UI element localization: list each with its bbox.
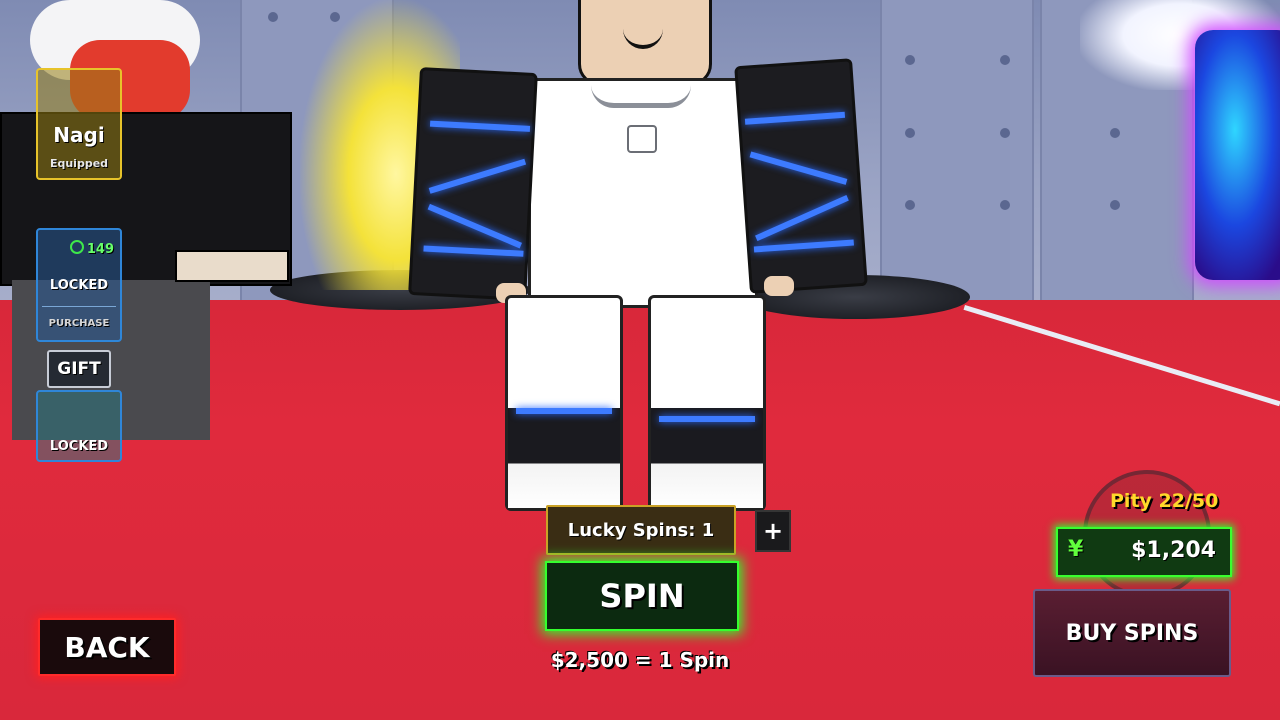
locked-label: LOCKED: [49, 278, 109, 293]
shirt-logo: [627, 125, 657, 153]
purchase-label[interactable]: PURCHASE: [38, 318, 120, 329]
wall-panel: [880, 0, 1034, 300]
arm-stripe: [428, 158, 527, 194]
lucky-spins-counter: Lucky Spins: 1: [546, 505, 736, 555]
card-price-value: 149: [86, 242, 114, 257]
card-divider: [42, 306, 116, 307]
arm-stripe: [755, 194, 849, 242]
locked-style-card-2[interactable]: LOCKED: [36, 390, 122, 462]
gift-button[interactable]: GIFT: [47, 350, 111, 388]
locked-style-card[interactable]: 149 LOCKED PURCHASE: [36, 228, 122, 342]
card-price: 149: [69, 240, 114, 257]
add-lucky-spins-button[interactable]: +: [755, 510, 791, 552]
wall-rivet: [1000, 55, 1010, 65]
portal-effect: [1195, 30, 1280, 280]
buy-spins-button[interactable]: BUY SPINS: [1033, 589, 1231, 677]
back-button[interactable]: BACK: [38, 618, 176, 676]
avatar-torso: [528, 78, 758, 308]
equipped-style-card[interactable]: Nagi Equipped: [36, 68, 122, 180]
wall-rivet: [1000, 128, 1010, 138]
cash-amount: $1,204: [1131, 538, 1216, 563]
avatar-right-hand: [764, 276, 794, 296]
arm-stripe: [427, 203, 522, 249]
avatar-right-leg: [648, 295, 766, 511]
locked-label: LOCKED: [49, 439, 109, 454]
avatar-left-arm: [408, 67, 538, 301]
wall-rivet: [905, 200, 915, 210]
avatar-right-shoe: [651, 408, 763, 508]
spin-button[interactable]: SPIN: [545, 561, 739, 631]
leg-stripe: [659, 416, 755, 422]
avatar-left-leg: [505, 295, 623, 511]
wall-rivet: [268, 12, 278, 22]
side-character-hand: [175, 250, 289, 282]
spin-price: $2,500 = 1 Spin: [550, 648, 730, 672]
avatar-right-arm: [734, 58, 868, 294]
style-name: Nagi: [53, 123, 105, 147]
wall-rivet: [905, 128, 915, 138]
coin-icon: [69, 240, 84, 254]
avatar-left-shoe: [508, 408, 620, 508]
equipped-label: Equipped: [49, 157, 109, 170]
smile: [623, 29, 663, 49]
wall-rivet: [1000, 200, 1010, 210]
cash-balance: ¥ $1,204: [1056, 527, 1232, 577]
wall-rivet: [905, 55, 915, 65]
arm-stripe: [744, 111, 846, 125]
wall-rivet: [1110, 128, 1120, 138]
arm-stripe: [423, 245, 524, 257]
shirt-collar: [591, 85, 691, 108]
leg-stripe: [516, 408, 612, 414]
yen-icon: ¥: [1068, 537, 1084, 562]
avatar-head: [578, 0, 712, 86]
arm-stripe: [753, 239, 854, 253]
arm-stripe: [429, 120, 531, 132]
arm-stripe: [749, 151, 848, 185]
wall-rivet: [1110, 200, 1120, 210]
pity-counter: Pity 22/50: [1110, 490, 1219, 512]
